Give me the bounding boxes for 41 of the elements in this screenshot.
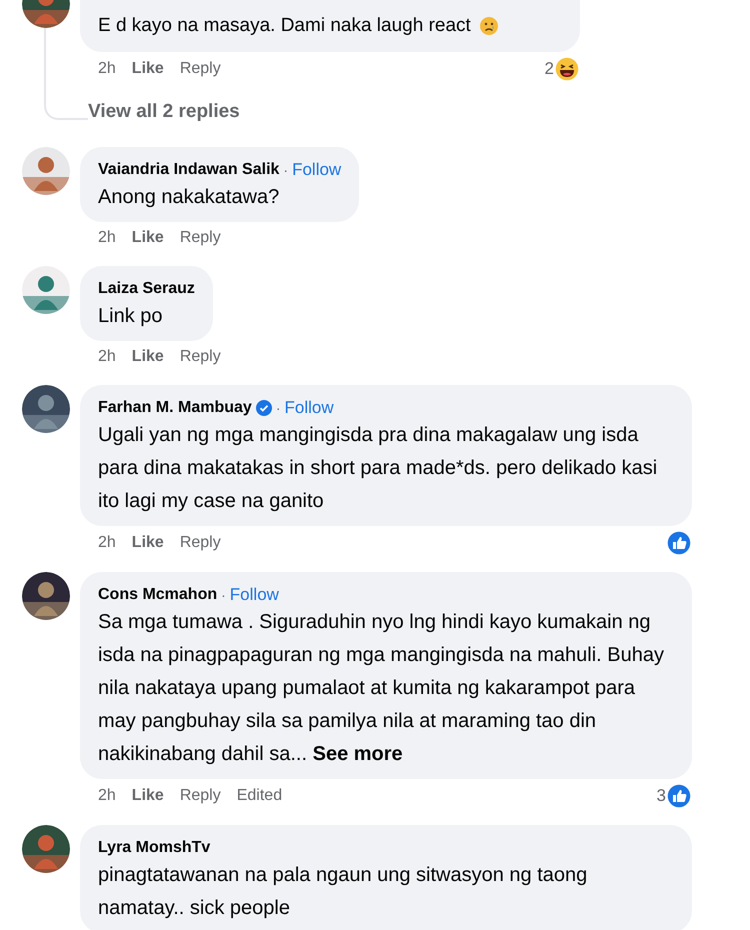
reply-link[interactable]: Reply — [180, 57, 221, 81]
comment-text: Sa mga tumawa . Siguraduhin nyo lng hindi kayo kumakain ng isda na pinagpapaguran ng mga mangingisda na mahuli. Buhay nila nakataya upang pumalaot at kumita ng kakarampot para may pangbuhay sila sa pamilya nila at maraming tao din nakikinabang dahil sa... See more — [98, 606, 674, 770]
reply-link[interactable]: Reply — [180, 784, 221, 808]
laughing-face-icon — [554, 56, 580, 82]
comment-time[interactable]: 2h — [98, 57, 116, 81]
reply-link[interactable]: Reply — [180, 530, 221, 554]
reply-link[interactable]: Reply — [180, 226, 221, 250]
author-name[interactable]: Lyra MomshTv — [98, 836, 210, 858]
thumbs-up-icon — [666, 782, 692, 808]
comment-text: Link po — [98, 304, 162, 328]
comment-time[interactable]: 2h — [98, 226, 116, 250]
verified-badge-icon — [256, 400, 272, 416]
separator-dot: · — [283, 160, 288, 180]
edited-label: Edited — [236, 786, 282, 806]
separator-dot: · — [221, 586, 226, 604]
author-name[interactable]: Farhan M. Mambuay — [98, 396, 252, 418]
author-name[interactable]: Vaiandria Indawan Salik — [98, 158, 280, 180]
comment-time[interactable]: 2h — [98, 784, 116, 808]
follow-link[interactable]: Follow — [292, 158, 342, 180]
see-more-link[interactable]: See more — [312, 738, 403, 770]
like-link[interactable]: Like — [132, 530, 164, 554]
comment-text: pinagtatawanan na pala ngaun ung sitwasyon ng taong namatay.. sick people — [98, 862, 588, 920]
follow-link[interactable]: Follow — [230, 584, 279, 606]
reaction-count: 3 — [656, 784, 666, 807]
comment-text: E d kayo na masaya. Dami naka laugh react — [98, 14, 471, 38]
author-name[interactable]: Laiza Serauz — [98, 278, 195, 300]
thumbs-up-icon — [666, 530, 692, 556]
separator-dot: · — [276, 398, 280, 418]
reaction-count: 2 — [544, 58, 554, 80]
comment-time[interactable]: 2h — [98, 344, 116, 368]
reply-link[interactable]: Reply — [180, 344, 221, 368]
follow-link[interactable]: Follow — [284, 396, 334, 418]
like-link[interactable]: Like — [132, 784, 164, 808]
comment-text: Anong nakakatawa? — [98, 184, 280, 210]
comment-time[interactable]: 2h — [98, 530, 116, 554]
like-link[interactable]: Like — [132, 226, 164, 250]
like-link[interactable]: Like — [132, 344, 164, 368]
comment-text: Ugali yan ng mga mangingisda pra dina makagalaw ung isda para dina makatakas in short para made*ds. pero delikado kasi ito lagi my case na ganito — [98, 422, 658, 514]
author-name[interactable]: Cons Mcmahon — [98, 584, 218, 606]
like-link[interactable]: Like — [132, 57, 164, 81]
view-replies-link[interactable]: View all 2 replies — [88, 98, 240, 126]
